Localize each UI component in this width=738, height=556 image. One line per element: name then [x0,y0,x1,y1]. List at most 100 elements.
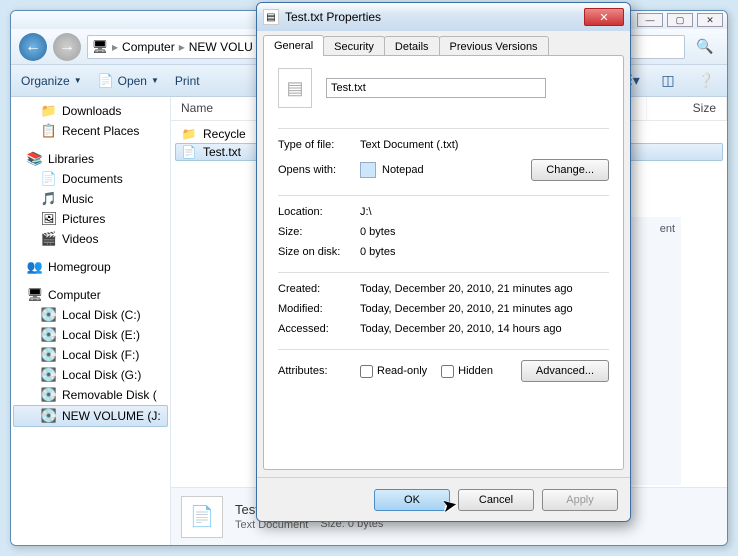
tab-general[interactable]: General [263,35,324,56]
value-modified: Today, December 20, 2010, 21 minutes ago [360,303,573,315]
help-icon[interactable]: ❔ [695,70,717,92]
organize-menu[interactable]: Organize▼ [21,74,82,88]
readonly-checkbox[interactable] [360,365,373,378]
notepad-icon [360,162,376,178]
tree-label: Local Disk (F:) [62,348,139,362]
tree-music[interactable]: 🎵Music [13,189,168,209]
file-type-icon: ▤ [278,68,312,108]
computer-icon: 🖥 [27,287,43,303]
tree-local-disk-f[interactable]: 💽 Local Disk (F:) [13,345,168,365]
hidden-checkbox[interactable] [441,365,454,378]
print-button[interactable]: Print [175,74,200,88]
tree-removable-disk[interactable]: 💽Removable Disk ( [13,385,168,405]
nav-tree: 📁 Downloads 📋 Recent Places 📚Libraries 📄 Do… [11,97,171,545]
value-size-on-disk: 0 bytes [360,246,395,258]
breadcrumb-computer[interactable]: Computer [122,40,175,54]
maximize-button[interactable]: ▢ [667,13,693,27]
value-size: 0 bytes [360,226,395,238]
computer-icon: 🖥 [92,39,108,55]
dialog-title: Test.txt Properties [285,10,381,24]
value-opens-with: Notepad [382,164,424,176]
chevron-right-icon: ▸ [179,40,185,54]
back-button[interactable]: ← [19,33,47,61]
tree-new-volume-j[interactable]: 💽NEW VOLUME (J: [13,405,168,427]
tab-security[interactable]: Security [323,36,385,56]
chevron-down-icon: ▼ [151,76,159,85]
tree-downloads[interactable]: 📁 Downloads [13,101,168,121]
label-created: Created: [278,283,360,295]
preview-pane-icon[interactable]: ◫ [657,70,679,92]
disk-icon: 💽 [41,327,57,343]
chevron-right-icon: ▸ [112,40,118,54]
tree-videos[interactable]: 🎬 Videos [13,229,168,249]
label-size: Size: [278,226,360,238]
tree-pictures[interactable]: 🖼Pictures [13,209,168,229]
tree-documents[interactable]: 📄 Documents [13,169,168,189]
folder-icon: 📁 [41,103,57,119]
videos-icon: 🎬 [41,231,57,247]
disk-icon: 💽 [41,307,57,323]
open-menu[interactable]: 📄Open▼ [98,73,159,89]
tree-homegroup[interactable]: 👥 Homegroup [13,257,168,277]
text-file-icon: ▤ [263,9,279,25]
label-attributes: Attributes: [278,365,360,377]
tab-panel-general: ▤ Type of file:Text Document (.txt) Open… [263,55,624,470]
column-size[interactable]: Size [647,97,727,120]
tree-label: Documents [62,172,123,186]
music-icon: 🎵 [41,191,57,207]
label-location: Location: [278,206,360,218]
disk-icon: 💽 [41,367,57,383]
chevron-down-icon: ▼ [74,76,82,85]
tree-label: Local Disk (E:) [62,328,140,342]
documents-icon: 📄 [41,171,57,187]
text-file-icon: 📄 [181,496,223,538]
homegroup-icon: 👥 [27,259,43,275]
breadcrumb-volume[interactable]: NEW VOLU [189,40,253,54]
tree-local-disk-g[interactable]: 💽 Local Disk (G:) [13,365,168,385]
tree-label: Libraries [48,152,94,166]
tree-label: Videos [62,232,98,246]
dialog-titlebar[interactable]: ▤ Test.txt Properties ✕ [257,3,630,31]
apply-button[interactable]: Apply [542,489,618,511]
disk-icon: 💽 [41,347,57,363]
tree-label: Recent Places [62,124,139,138]
tree-libraries[interactable]: 📚Libraries [13,149,168,169]
tree-label: Local Disk (C:) [62,308,141,322]
tree-local-disk-c[interactable]: 💽 Local Disk (C:) [13,305,168,325]
forward-button[interactable]: → [53,33,81,61]
cancel-button[interactable]: Cancel [458,489,534,511]
search-icon[interactable]: 🔍 [691,38,719,55]
label-size-on-disk: Size on disk: [278,246,360,258]
dialog-close-button[interactable]: ✕ [584,8,624,26]
tree-label: Downloads [62,104,121,118]
file-label: Test.txt [203,145,241,159]
tab-details[interactable]: Details [384,36,440,56]
tree-local-disk-e[interactable]: 💽 Local Disk (E:) [13,325,168,345]
tree-recent-places[interactable]: 📋 Recent Places [13,121,168,141]
tree-label: Local Disk (G:) [62,368,141,382]
tree-label: Removable Disk ( [62,388,157,402]
filename-input[interactable] [326,78,546,98]
advanced-button[interactable]: Advanced... [521,360,609,382]
ok-button[interactable]: OK [374,489,450,511]
tree-label: Pictures [62,212,105,226]
open-icon: 📄 [98,73,114,89]
tree-computer[interactable]: 🖥Computer [13,285,168,305]
value-created: Today, December 20, 2010, 21 minutes ago [360,283,573,295]
readonly-label: Read-only [377,365,427,377]
tree-label: Homegroup [48,260,111,274]
close-button[interactable]: ✕ [697,13,723,27]
tree-label: NEW VOLUME (J: [62,409,161,423]
dialog-button-row: OK Cancel Apply [257,477,630,521]
change-button[interactable]: Change... [531,159,609,181]
recent-icon: 📋 [41,123,57,139]
minimize-button[interactable]: — [637,13,663,27]
label-accessed: Accessed: [278,323,360,335]
file-label: Recycle [203,127,246,141]
folder-icon: 📁 [181,127,197,141]
value-location: J:\ [360,206,372,218]
label-type-of-file: Type of file: [278,139,360,151]
value-accessed: Today, December 20, 2010, 14 hours ago [360,323,562,335]
tab-strip: General Security Details Previous Versio… [257,31,630,56]
tab-previous-versions[interactable]: Previous Versions [439,36,549,56]
